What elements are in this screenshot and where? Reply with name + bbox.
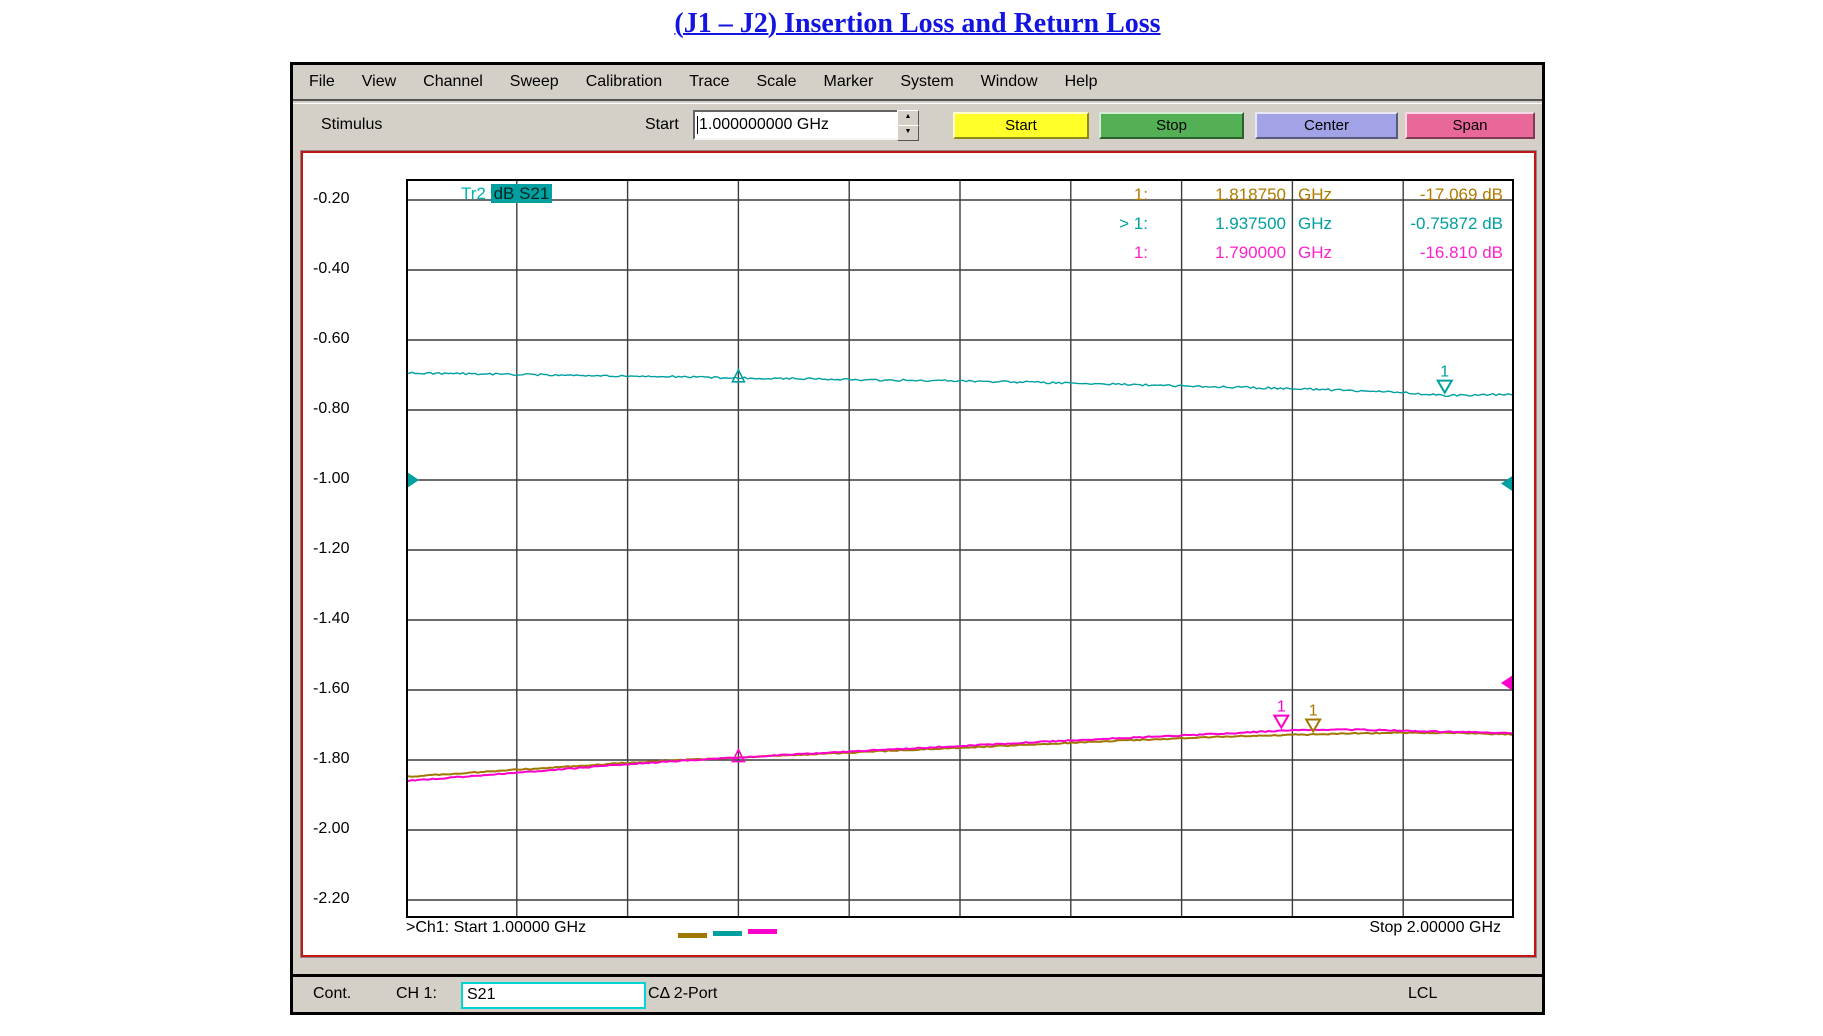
menu-item-trace[interactable]: Trace — [689, 73, 729, 91]
y-axis-tick-label: -1.40 — [313, 610, 401, 630]
sweep-mode-status: Cont. — [313, 985, 351, 1003]
channel-status: CH 1: — [396, 985, 437, 1003]
menu-item-system[interactable]: System — [900, 73, 953, 91]
menu-bar: File View Channel Sweep Calibration Trace Scal… — [293, 65, 1542, 101]
y-axis-tick-label: -0.80 — [313, 400, 401, 420]
active-measurement-box[interactable]: S21 — [461, 982, 646, 1009]
stimulus-toolbar: Stimulus Start 1.000000000 GHz ▲ ▼ Start… — [293, 103, 1542, 148]
marker-readout-frequency: 1.790000 — [1123, 243, 1286, 263]
menu-item-scale[interactable]: Scale — [757, 73, 797, 91]
marker-number-label: 1 — [1309, 702, 1318, 719]
vna-application-window: File View Channel Sweep Calibration Trace Scal… — [290, 62, 1545, 1015]
plot-canvas: 1 1 1 — [406, 179, 1514, 918]
menu-item-calibration[interactable]: Calibration — [586, 73, 662, 91]
marker-readout-frequency: 1.937500 — [1123, 214, 1286, 234]
marker-triangle-icon[interactable] — [1438, 381, 1452, 393]
stimulus-span-button[interactable]: Span — [1405, 112, 1535, 139]
menu-item-window[interactable]: Window — [981, 73, 1038, 91]
marker-triangle-icon[interactable] — [1274, 716, 1288, 728]
menu-item-file[interactable]: File — [309, 73, 335, 91]
marker-readout-value: -0.75872 dB — [1358, 214, 1503, 234]
menu-item-marker[interactable]: Marker — [824, 73, 874, 91]
stepper-up-icon[interactable]: ▲ — [897, 110, 919, 126]
y-axis-tick-label: -1.20 — [313, 540, 401, 560]
start-frequency-input[interactable]: 1.000000000 GHz — [693, 110, 899, 140]
lcl-status: LCL — [1408, 985, 1437, 1003]
stimulus-center-button[interactable]: Center — [1255, 112, 1398, 139]
y-axis-tick-label: -1.00 — [313, 470, 401, 490]
y-axis-tick-label: -1.80 — [313, 750, 401, 770]
marker-readout-row: > 1:1.937500GHz-0.75872 dB — [303, 214, 1530, 236]
ref-level-arrow-icon[interactable] — [1501, 675, 1513, 691]
y-axis-tick-label: -2.00 — [313, 820, 401, 840]
y-axis-tick-label: -1.60 — [313, 680, 401, 700]
marker-number-label: 1 — [1440, 364, 1449, 381]
page-title: (J1 – J2) Insertion Loss and Return Loss — [290, 8, 1545, 40]
text-cursor — [697, 116, 698, 134]
channel-start-annotation: >Ch1: Start 1.00000 GHz — [406, 919, 586, 937]
marker-readout-value: -17.069 dB — [1358, 185, 1503, 205]
marker-number-label: 1 — [1277, 699, 1286, 716]
menu-item-sweep[interactable]: Sweep — [510, 73, 559, 91]
graph-area: 111 -0.20-0.40-0.60-0.80-1.00-1.20-1.40-… — [301, 151, 1536, 957]
cal-status: CΔ 2-Port — [648, 985, 717, 1003]
marker-readout-row: 1:1.790000GHz-16.810 dB — [303, 243, 1530, 265]
start-frequency-stepper: ▲ ▼ — [897, 110, 917, 140]
start-frequency-value: 1.000000000 GHz — [699, 116, 829, 134]
status-bar: Cont. CH 1: S21 CΔ 2-Port LCL — [293, 974, 1542, 1012]
y-axis-tick-label: -2.20 — [313, 890, 401, 910]
stimulus-label: Stimulus — [321, 116, 382, 134]
start-frequency-label: Start — [645, 116, 679, 134]
legend-trace-dash-icon — [678, 933, 707, 938]
menu-item-view[interactable]: View — [362, 73, 396, 91]
menu-item-channel[interactable]: Channel — [423, 73, 483, 91]
legend-trace-dash-icon — [748, 929, 777, 934]
stepper-down-icon[interactable]: ▼ — [897, 125, 919, 141]
menu-item-help[interactable]: Help — [1065, 73, 1098, 91]
marker-readout-frequency: 1.818750 — [1123, 185, 1286, 205]
stop-annotation: Stop 2.00000 GHz — [1303, 919, 1501, 937]
stimulus-start-button[interactable]: Start — [953, 112, 1089, 139]
legend-trace-dash-icon — [713, 931, 742, 936]
stimulus-stop-button[interactable]: Stop — [1099, 112, 1244, 139]
ref-level-arrow-icon[interactable] — [407, 472, 419, 488]
ref-level-arrow-icon[interactable] — [1501, 476, 1513, 492]
marker-readout-row: 1:1.818750GHz-17.069 dB — [303, 185, 1530, 207]
marker-readout-value: -16.810 dB — [1358, 243, 1503, 263]
y-axis-tick-label: -0.60 — [313, 330, 401, 350]
